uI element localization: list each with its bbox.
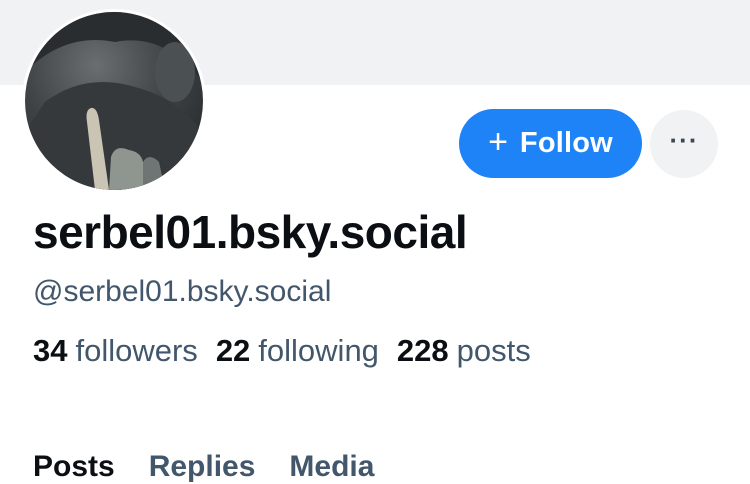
ellipsis-icon: ··· — [669, 125, 699, 155]
tab-media[interactable]: Media — [289, 450, 374, 484]
tab-posts[interactable]: Posts — [33, 450, 115, 484]
profile-tabs: Posts Replies Media — [33, 450, 374, 484]
display-name: serbel01.bsky.social — [33, 206, 468, 258]
avatar[interactable] — [22, 9, 206, 193]
posts-count: 228 — [396, 333, 449, 368]
following-count: 22 — [215, 333, 251, 368]
following-stat[interactable]: 22 following — [216, 333, 379, 369]
tab-replies[interactable]: Replies — [149, 450, 256, 484]
profile-handle: @serbel01.bsky.social — [33, 275, 332, 308]
follow-label: Follow — [519, 127, 613, 159]
following-label: following — [258, 333, 379, 368]
avatar-image — [25, 12, 203, 190]
posts-label: posts — [456, 333, 531, 368]
followers-stat[interactable]: 34 followers — [33, 333, 198, 369]
posts-stat: 228 posts — [397, 333, 531, 369]
follow-button[interactable]: + Follow — [459, 109, 642, 178]
profile-stats: 34 followers 22 following 228 posts — [33, 333, 531, 369]
followers-label: followers — [75, 333, 198, 368]
plus-icon: + — [488, 123, 508, 161]
more-options-button[interactable]: ··· — [650, 110, 718, 178]
followers-count: 34 — [33, 333, 68, 368]
